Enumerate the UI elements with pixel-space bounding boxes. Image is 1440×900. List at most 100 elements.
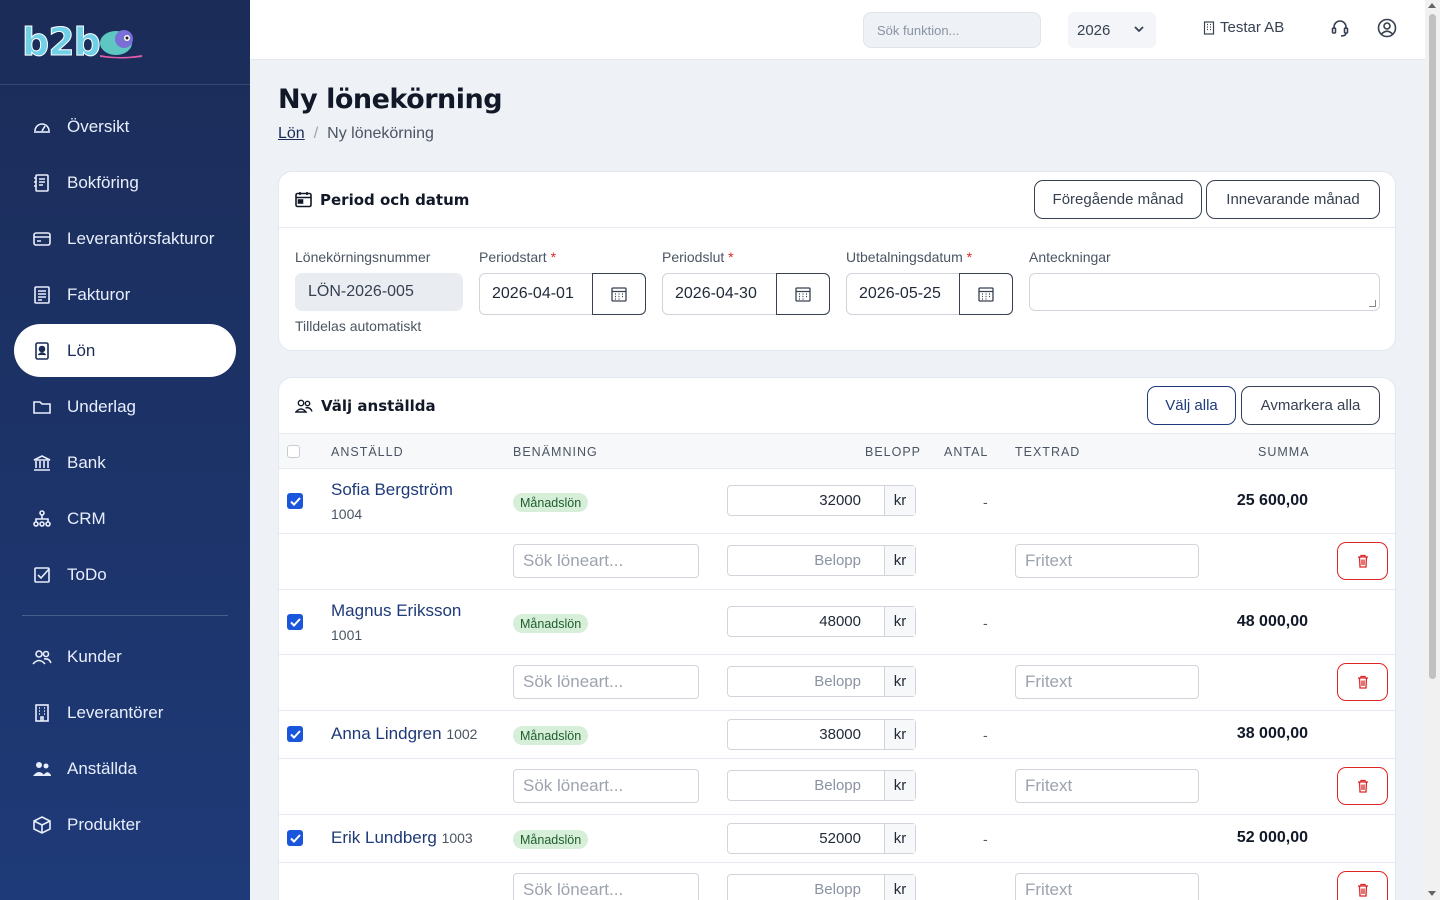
trash-icon [1357, 554, 1368, 568]
free-text-input[interactable]: Fritext [1015, 769, 1199, 803]
row-checkbox[interactable] [287, 614, 303, 630]
delete-line-button[interactable] [1337, 871, 1388, 900]
breadcrumb-separator: / [313, 125, 319, 142]
credit-card-icon [32, 229, 52, 249]
deselect-all-button[interactable]: Avmarkera alla [1241, 386, 1380, 425]
table-row: Erik Lundberg 1003 Månadslön 52000 kr - … [279, 815, 1395, 863]
salary-type-search-input[interactable]: Sök löneart... [513, 544, 699, 578]
placeholder: Sök löneart... [523, 880, 624, 899]
row-checkbox[interactable] [287, 726, 303, 742]
page-title: Ny lönekörning [278, 84, 503, 115]
current-month-button[interactable]: Innevarande månad [1206, 180, 1380, 219]
employee-name-link[interactable]: Magnus Eriksson [331, 601, 461, 621]
employees-card: Välj anställda Välj alla Avmarkera alla … [278, 377, 1396, 900]
period-start-input[interactable]: 2026-04-01 [479, 273, 646, 315]
employee-name-link[interactable]: Anna Lindgren 1002 [331, 724, 477, 744]
user-account-icon[interactable] [1377, 18, 1397, 38]
amount-input[interactable]: 32000 kr [727, 485, 916, 516]
breadcrumb: Lön / Ny lönekörning [278, 125, 434, 143]
calendar-picker-button[interactable] [959, 273, 1013, 315]
select-all-button[interactable]: Välj alla [1147, 386, 1236, 425]
currency-label: kr [884, 720, 915, 749]
trash-icon [1357, 779, 1368, 793]
sidebar-item-fakturor[interactable]: Fakturor [14, 268, 236, 321]
breadcrumb-current: Ny lönekörning [327, 125, 434, 142]
sidebar-item-oversikt[interactable]: Översikt [14, 100, 236, 153]
employee-name-text: Anna Lindgren [331, 724, 442, 743]
calendar-picker-button[interactable] [776, 273, 830, 315]
currency-label: kr [884, 875, 915, 900]
amount-input[interactable]: Belopp kr [727, 874, 916, 900]
sidebar-item-kunder[interactable]: Kunder [14, 630, 236, 683]
notes-textarea[interactable] [1029, 273, 1380, 311]
salary-type-search-input[interactable]: Sök löneart... [513, 665, 699, 699]
salary-type-search-input[interactable]: Sök löneart... [513, 873, 699, 900]
calendar-picker-button[interactable] [592, 273, 646, 315]
employee-name-link[interactable]: Sofia Bergström [331, 480, 453, 500]
function-search-input[interactable]: Sök funktion... [863, 12, 1041, 48]
salary-type-search-input[interactable]: Sök löneart... [513, 769, 699, 803]
resize-handle[interactable] [1369, 300, 1376, 307]
delete-line-button[interactable] [1337, 663, 1388, 701]
employee-id: 1001 [331, 627, 363, 643]
sidebar-item-label: Underlag [67, 396, 136, 416]
amount-input[interactable]: Belopp kr [727, 666, 916, 697]
amount-input[interactable]: 38000 kr [727, 719, 916, 750]
sidebar-item-bank[interactable]: Bank [14, 436, 236, 489]
sidebar-item-label: Leverantörer [67, 702, 164, 722]
period-end-label-text: Periodslut [662, 249, 725, 265]
scroll-up-arrow[interactable] [1428, 3, 1436, 8]
sidebar-item-produkter[interactable]: Produkter [14, 798, 236, 851]
free-text-input[interactable]: Fritext [1015, 665, 1199, 699]
employee-id: 1003 [441, 830, 473, 846]
calendar-icon [795, 287, 811, 302]
period-start-label-text: Periodstart [479, 249, 547, 265]
page-scrollbar[interactable] [1425, 0, 1440, 900]
sidebar-item-underlag[interactable]: Underlag [14, 380, 236, 433]
sidebar-item-lon[interactable]: Lön [14, 324, 236, 377]
invoice-icon [32, 285, 52, 305]
sidebar-item-todo[interactable]: ToDo [14, 548, 236, 601]
sidebar-item-bokforing[interactable]: Bokföring [14, 156, 236, 209]
logo[interactable]: b2b [0, 0, 250, 85]
amount-value: 38000 [819, 726, 861, 743]
delete-line-button[interactable] [1337, 542, 1388, 580]
sidebar-item-leverantorer[interactable]: Leverantörer [14, 686, 236, 739]
delete-line-button[interactable] [1337, 767, 1388, 805]
row-checkbox[interactable] [287, 830, 303, 846]
chevron-down-icon [1134, 26, 1144, 33]
period-end-label: Periodslut * [662, 249, 734, 265]
amount-value: 48000 [819, 613, 861, 630]
people-icon [32, 759, 52, 779]
scroll-thumb[interactable] [1429, 14, 1436, 679]
qty-value: - [983, 494, 988, 510]
employee-name-link[interactable]: Erik Lundberg 1003 [331, 828, 473, 848]
payout-date-value: 2026-05-25 [859, 285, 941, 302]
year-select[interactable]: 2026 [1068, 12, 1156, 48]
sidebar-item-label: CRM [67, 508, 106, 528]
previous-month-button[interactable]: Föregående månad [1034, 180, 1202, 219]
sidebar-nav-secondary: Kunder Leverantörer Anställda Produkter [0, 630, 250, 851]
sidebar-item-anstallda[interactable]: Anställda [14, 742, 236, 795]
column-header-sum: SUMMA [1258, 445, 1310, 459]
row-checkbox[interactable] [287, 493, 303, 509]
free-text-input[interactable]: Fritext [1015, 544, 1199, 578]
amount-input[interactable]: 48000 kr [727, 606, 916, 637]
add-line-row: Sök löneart... Belopp kr Fritext [279, 863, 1395, 900]
free-text-input[interactable]: Fritext [1015, 873, 1199, 900]
sidebar-item-crm[interactable]: CRM [14, 492, 236, 545]
select-all-checkbox[interactable] [287, 445, 300, 458]
sidebar-item-leverantorsfakturor[interactable]: Leverantörsfakturor [14, 212, 236, 265]
amount-input[interactable]: Belopp kr [727, 770, 916, 801]
amount-input[interactable]: Belopp kr [727, 545, 916, 576]
company-switcher[interactable]: Testar AB [1203, 19, 1284, 36]
sidebar-item-label: Bokföring [67, 172, 139, 192]
breadcrumb-link-lon[interactable]: Lön [278, 125, 305, 143]
period-end-value: 2026-04-30 [675, 285, 757, 302]
period-end-input[interactable]: 2026-04-30 [662, 273, 830, 315]
amount-input[interactable]: 52000 kr [727, 823, 916, 854]
scroll-down-arrow[interactable] [1428, 891, 1436, 896]
bank-icon [32, 453, 52, 473]
payout-date-input[interactable]: 2026-05-25 [846, 273, 1013, 315]
headset-icon[interactable] [1331, 18, 1349, 38]
